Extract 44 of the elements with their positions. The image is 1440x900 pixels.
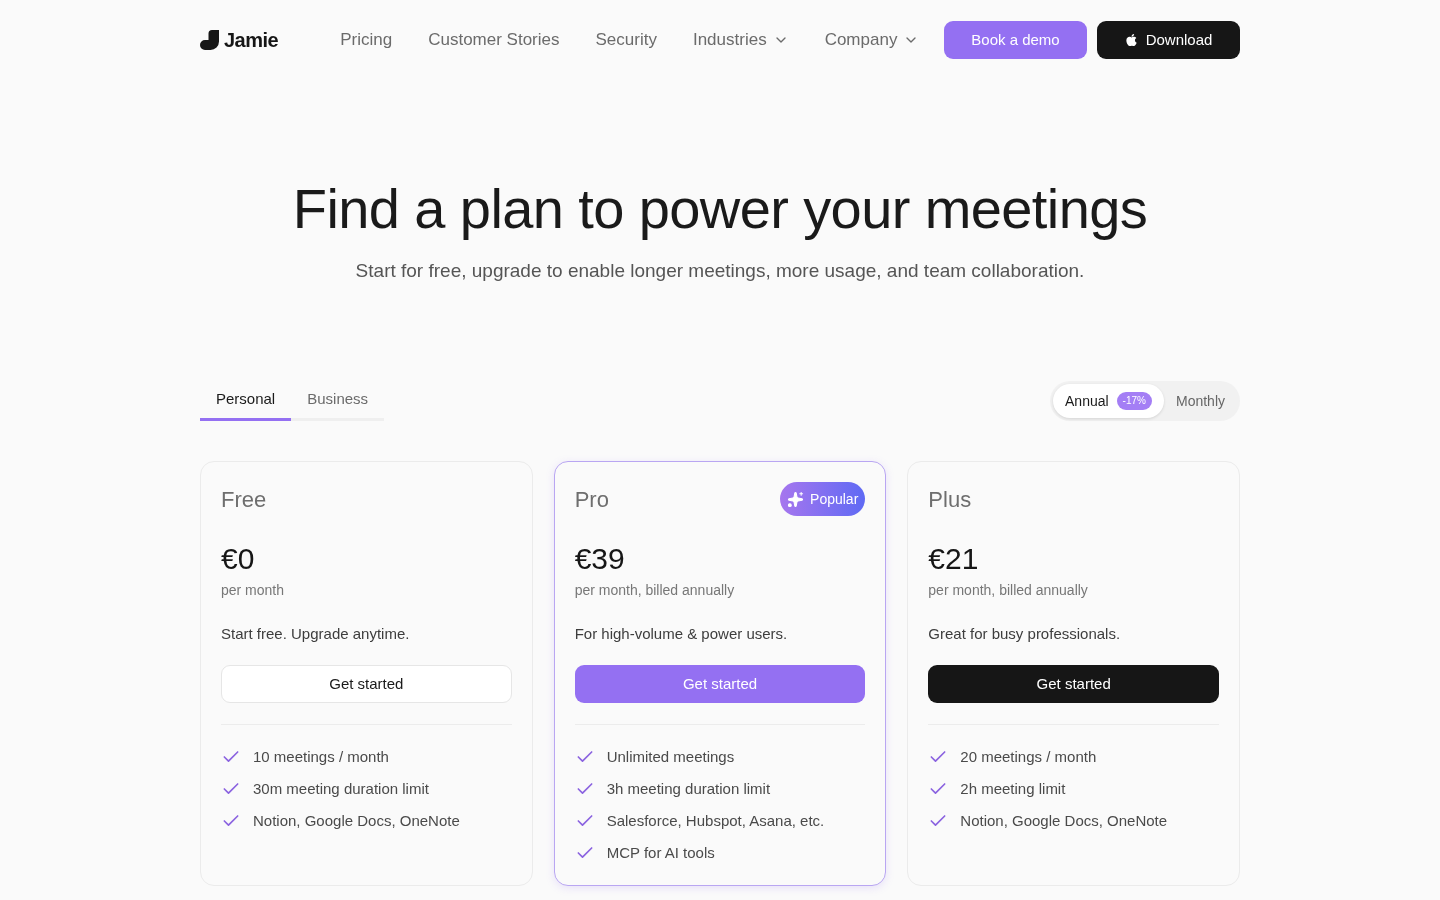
plan-price: €0 [221, 541, 256, 577]
page-title: Find a plan to power your meetings [292, 177, 1148, 241]
nav-link[interactable]: Industries [692, 27, 789, 53]
plan-description: For high-volume & power users. [574, 624, 789, 644]
billing-option[interactable]: Annual -17% [1053, 384, 1164, 418]
feature-text: 10 meetings / month [253, 746, 389, 767]
plan-price: €39 [574, 541, 626, 577]
feature-text: Notion, Google Docs, OneNote [253, 810, 460, 831]
logo-icon [200, 30, 220, 50]
page-subtitle: Start for free, upgrade to enable longer meetings, more usage, and team collaboration. [355, 259, 1085, 283]
get-started-button[interactable]: Get started [221, 665, 512, 703]
demo-button[interactable]: Book a demo [944, 21, 1087, 59]
nav-link[interactable]: Pricing [340, 27, 393, 53]
apple-icon [1124, 33, 1138, 47]
sparkle-icon [787, 490, 805, 508]
feature-text: MCP for AI tools [606, 842, 715, 863]
download-button[interactable]: Download [1097, 21, 1240, 59]
feature-text: Salesforce, Hubspot, Asana, etc. [606, 810, 825, 831]
feature-text: 20 meetings / month [960, 746, 1097, 767]
feature-text: 30m meeting duration limit [253, 778, 429, 799]
popular-label: Popular [810, 489, 859, 509]
plan-name: Free [221, 485, 267, 514]
feature-text: Notion, Google Docs, OneNote [960, 810, 1168, 831]
get-started-button[interactable]: Get started [574, 665, 866, 703]
discount-badge: -17% [1116, 392, 1152, 410]
plan-description: Start free. Upgrade anytime. [221, 624, 411, 644]
nav-link[interactable]: Company [824, 27, 920, 53]
billing-option[interactable]: Monthly [1163, 384, 1237, 418]
get-started-button[interactable]: Get started [928, 665, 1219, 703]
nav-link[interactable]: Security [595, 27, 657, 53]
feature-text: Unlimited meetings [606, 746, 735, 767]
plan-period: per month [221, 581, 286, 600]
feature-text: 2h meeting limit [960, 778, 1066, 799]
plan-period: per month, billed annually [574, 581, 736, 600]
plan-tab[interactable]: Personal [200, 381, 292, 421]
plan-price: €21 [928, 541, 980, 577]
plan-tab[interactable]: Business [291, 381, 385, 421]
plan-name: Plus [928, 485, 972, 514]
plan-name: Pro [574, 485, 609, 514]
plan-description: Great for busy professionals. [928, 624, 1122, 644]
feature-text: 3h meeting duration limit [606, 778, 771, 799]
nav-link[interactable]: Customer Stories [428, 27, 560, 53]
plan-period: per month, billed annually [928, 581, 1089, 600]
logo-wordmark[interactable]: Jamie [224, 25, 279, 55]
